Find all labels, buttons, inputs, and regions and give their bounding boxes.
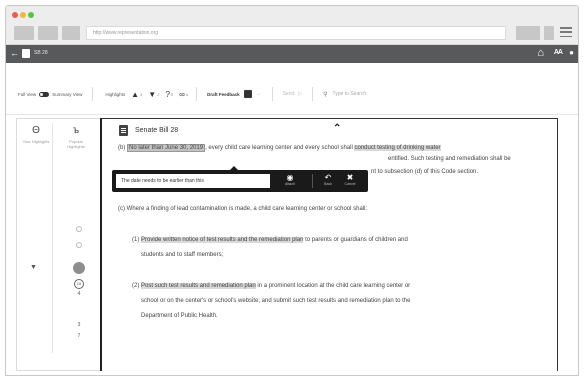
rail-divider — [52, 123, 53, 353]
popular-highlights-tab[interactable]: ъ Popular Highlights — [61, 125, 91, 149]
your-highlights-tab[interactable]: Θ Your Highlights — [21, 125, 51, 144]
list-item-1-line2: students and to staff members; — [141, 252, 224, 258]
attach-button[interactable]: ◉ Attach — [280, 173, 300, 187]
view-toggle[interactable]: Full View Summary View — [18, 87, 94, 101]
view-toggle-switch[interactable] — [39, 91, 50, 97]
close-icon: ✖ — [346, 173, 354, 182]
question-icon[interactable]: ? 0 — [165, 90, 173, 99]
paragraph-b-prefix: (b) — [118, 145, 127, 151]
highlight-marker[interactable]: 7 — [72, 333, 86, 339]
popular-highlights-label: Popular Highlights — [67, 139, 85, 149]
your-highlights-icon: Θ — [32, 125, 40, 136]
comment-input[interactable] — [116, 174, 270, 188]
summary-view-label: Summary View — [52, 91, 83, 97]
back-button[interactable]: ↶ Back — [318, 173, 338, 187]
highlight-testing[interactable]: conduct testing of drinking water — [354, 145, 441, 151]
font-size-icon[interactable]: AA — [554, 49, 563, 56]
search-box[interactable]: ⚲ Type to Search — [313, 87, 493, 101]
refresh-button[interactable] — [62, 26, 80, 40]
thumbs-up-icon[interactable]: ▲ 3 — [131, 90, 142, 99]
highlight-post-results[interactable]: Post such test results and remediation p… — [141, 283, 256, 289]
document-title: Senate Bill 28 — [135, 127, 179, 134]
highlight-marker[interactable] — [76, 226, 82, 232]
highlight-marker-active[interactable] — [73, 262, 85, 274]
highlight-marker[interactable] — [76, 242, 82, 248]
document-header: Senate Bill 28 — [119, 125, 178, 136]
popular-highlights-icon: ъ — [72, 125, 80, 136]
document-panel: Senate Bill 28 ⌃ (b) No later than June … — [100, 118, 558, 371]
send-icon: ▷ — [298, 91, 303, 97]
highlight-date[interactable]: No later than June 30, 2019 — [127, 144, 206, 152]
list-item-1-number: (1) — [132, 237, 141, 243]
draft-feedback-icon[interactable] — [243, 90, 252, 98]
cancel-label: Cancel — [344, 182, 356, 186]
home-icon[interactable]: ⌂ — [537, 47, 544, 60]
document-icon — [119, 125, 128, 136]
list-item-2-number: (2) — [132, 283, 141, 289]
link-icon[interactable]: ∞ 4 — [179, 90, 188, 99]
list-item-2-line2: school or on the center's or school's we… — [141, 298, 411, 304]
highlights-group: Highlights ▲ 3 ▼ 2 ? 0 ∞ 4 — [93, 87, 198, 101]
full-view-label: Full View — [18, 91, 37, 97]
arrow-right-icon: → — [255, 91, 262, 97]
toolbar: Full View Summary View Highlights ▲ 3 ▼ 2 … — [6, 63, 578, 115]
back-label: Back — [324, 182, 332, 186]
send-label: Send — [282, 91, 295, 97]
list-item-2-line3: Department of Public Health. — [141, 313, 218, 319]
list-item-2: (2) Post such test results and remediati… — [132, 281, 552, 292]
comment-popup: ◉ Attach ↶ Back ✖ Cancel — [112, 166, 368, 192]
user-icon[interactable]: ● — [569, 48, 574, 57]
search-icon: ⚲ — [323, 91, 328, 98]
left-rail: Θ Your Highlights ъ Popular Highlights ▼… — [16, 118, 100, 371]
popup-divider — [312, 174, 313, 188]
paragraph-b-line3: nt to subsection (d) of this Code sectio… — [371, 169, 479, 175]
hamburger-menu-icon[interactable] — [560, 27, 572, 37]
thumbs-down-icon[interactable]: ▼ — [30, 264, 37, 271]
paragraph-b-text: , every child care learning center and e… — [205, 145, 355, 151]
attach-icon: ◉ — [286, 173, 294, 182]
document-icon — [22, 49, 30, 58]
back-nav-button[interactable] — [14, 26, 34, 40]
list-item-1: (1) Provide written notice of test resul… — [132, 235, 552, 246]
paragraph-b-line2: entified. Such testing and remediation s… — [388, 156, 511, 162]
highlight-notice[interactable]: Provide written notice of test results a… — [141, 237, 304, 243]
profile-button[interactable] — [544, 26, 554, 40]
attach-label: Attach — [285, 182, 295, 186]
thumbs-down-icon[interactable]: ▼ 2 — [148, 90, 159, 99]
minimize-window-button[interactable] — [20, 12, 26, 18]
draft-feedback-group[interactable]: Draft Feedback → — [197, 87, 273, 101]
highlights-label: Highlights — [105, 91, 126, 97]
your-highlights-label: Your Highlights — [22, 139, 50, 144]
app-header: ← SB 28 ⌂ AA ● — [6, 45, 578, 63]
close-window-button[interactable] — [12, 12, 18, 18]
list-item-2-text: in a prominent location at the child car… — [255, 283, 411, 289]
list-item-1-text: to parents or guardians of children and — [303, 237, 408, 243]
browser-chrome: http://www.representation.org — [6, 6, 578, 45]
url-bar[interactable]: http://www.representation.org — [86, 26, 506, 40]
cancel-button[interactable]: ✖ Cancel — [340, 173, 360, 187]
highlight-marker[interactable]: 15 — [74, 279, 84, 289]
back-arrow-icon[interactable]: ← — [10, 48, 19, 58]
toolbar-row: Full View Summary View Highlights ▲ 3 ▼ 2 … — [18, 87, 493, 101]
maximize-window-button[interactable] — [28, 12, 34, 18]
chevron-up-icon[interactable]: ⌃ — [333, 123, 341, 134]
send-group[interactable]: Send ▷ — [273, 87, 314, 101]
content-left-bar — [100, 118, 102, 371]
forward-nav-button[interactable] — [38, 26, 58, 40]
paragraph-c: (c) Where a finding of lead contaminatio… — [118, 206, 368, 212]
highlight-marker[interactable]: 3 — [72, 322, 86, 328]
extension-button[interactable] — [516, 26, 540, 40]
search-input[interactable]: Type to Search — [333, 91, 367, 97]
draft-feedback-label: Draft Feedback — [207, 91, 240, 97]
reply-arrow-icon: ↶ — [324, 173, 332, 182]
paragraph-b: (b) No later than June 30, 2019, every c… — [118, 143, 548, 154]
header-title: SB 28 — [34, 50, 48, 56]
highlight-marker[interactable]: 4 — [72, 291, 86, 297]
